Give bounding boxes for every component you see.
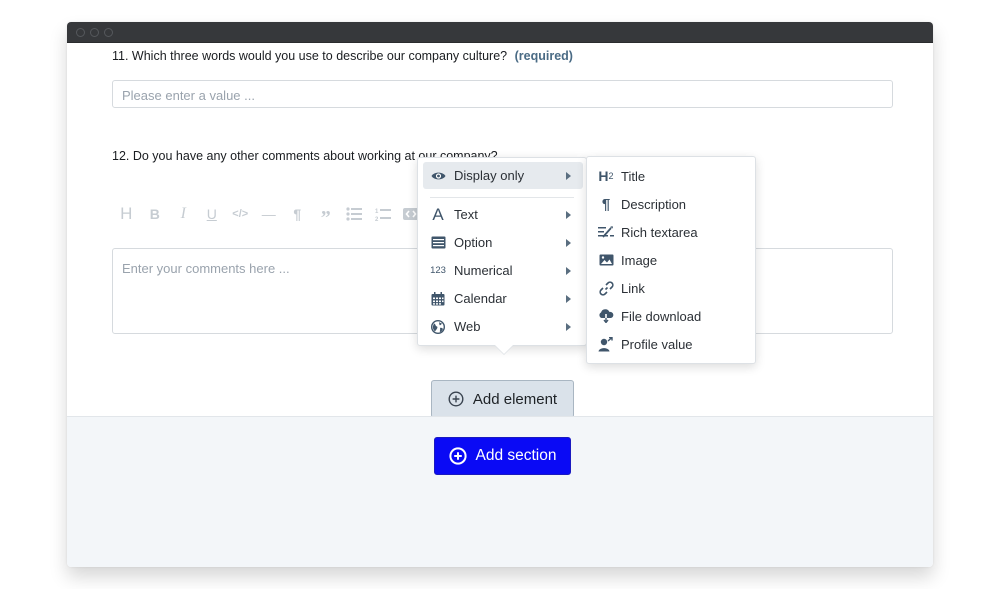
bold-icon[interactable]: B	[141, 202, 170, 226]
underline-icon[interactable]: U	[198, 202, 227, 226]
menu-item-display-only[interactable]: Display only	[423, 162, 583, 189]
code-icon[interactable]: </>	[226, 202, 255, 226]
menu-divider	[430, 197, 574, 198]
menu-item-label: Web	[454, 319, 481, 334]
display-only-submenu: H2 Title ¶ Description Rich textarea Ima…	[586, 156, 756, 364]
submenu-caret-icon	[566, 211, 571, 219]
window-close-dot[interactable]	[76, 28, 85, 37]
123-icon: 123	[430, 265, 446, 276]
globe-icon	[430, 319, 446, 335]
submenu-caret-icon	[566, 295, 571, 303]
submenu-item-label: Rich textarea	[621, 224, 698, 240]
submenu-item-label: Description	[621, 196, 687, 212]
quote-icon[interactable]: ”	[312, 202, 341, 229]
submenu-caret-icon	[566, 323, 571, 331]
question-11-text: 11. Which three words would you use to d…	[112, 49, 508, 63]
menu-item-label: Text	[454, 207, 478, 222]
calendar-icon	[430, 291, 446, 307]
bullet-list-icon[interactable]	[340, 202, 369, 226]
link-icon	[597, 279, 615, 297]
menu-item-calendar[interactable]: Calendar	[423, 285, 583, 312]
horizontal-rule-icon[interactable]: —	[255, 202, 284, 226]
eye-icon	[430, 168, 446, 184]
menu-item-option[interactable]: Option	[423, 229, 583, 256]
add-section-button[interactable]: Add section	[434, 437, 571, 475]
submenu-item-rich-textarea[interactable]: Rich textarea	[595, 220, 750, 244]
plus-circle-icon	[448, 447, 467, 465]
window-titlebar	[67, 22, 933, 43]
menu-item-label: Display only	[454, 168, 525, 183]
paragraph-icon: ¶	[601, 195, 611, 213]
heading-icon[interactable]: H	[112, 202, 141, 226]
paragraph-icon[interactable]: ¶	[283, 202, 312, 226]
section-footer: Add section	[67, 416, 933, 567]
required-badge: (required)	[514, 49, 573, 63]
italic-icon[interactable]: I	[169, 202, 198, 226]
submenu-item-label: Title	[621, 168, 646, 184]
list-box-icon	[430, 235, 446, 251]
text-a-icon: A	[432, 204, 444, 224]
add-element-label: Add element	[472, 390, 558, 408]
question-11-label: 11. Which three words would you use to d…	[112, 49, 573, 63]
profile-icon	[597, 335, 615, 353]
submenu-item-label: File download	[621, 308, 702, 324]
cloud-download-icon	[597, 307, 615, 325]
window-minimize-dot[interactable]	[90, 28, 99, 37]
submenu-caret-icon	[566, 239, 571, 247]
menu-item-web[interactable]: Web	[423, 313, 583, 340]
menu-item-text[interactable]: A Text	[423, 201, 583, 228]
rich-text-icon	[597, 223, 615, 241]
plus-circle-icon	[448, 391, 464, 407]
element-type-menu: Display only A Text Option 123 Numerical…	[417, 157, 587, 354]
add-section-label: Add section	[475, 447, 557, 464]
window-maximize-dot[interactable]	[104, 28, 113, 37]
menu-item-label: Calendar	[454, 291, 507, 306]
menu-item-numerical[interactable]: 123 Numerical	[423, 257, 583, 284]
menu-item-label: Option	[454, 235, 493, 250]
ordered-list-icon[interactable]: 12	[369, 202, 398, 226]
add-element-button[interactable]: Add element	[431, 380, 574, 418]
question-11-input[interactable]: Please enter a value ...	[112, 80, 893, 108]
submenu-item-file-download[interactable]: File download	[595, 304, 750, 328]
submenu-item-profile-value[interactable]: Profile value	[595, 332, 750, 356]
menu-pointer-arrow	[495, 345, 513, 354]
submenu-caret-icon	[566, 267, 571, 275]
submenu-caret-icon	[566, 172, 571, 180]
svg-text:2: 2	[375, 217, 379, 222]
submenu-item-image[interactable]: Image	[595, 248, 750, 272]
submenu-item-label: Link	[621, 280, 645, 296]
submenu-item-label: Profile value	[621, 336, 693, 352]
rich-text-toolbar: H B I U </> — ¶ ” 12	[112, 202, 426, 229]
menu-item-label: Numerical	[454, 263, 513, 278]
heading-h2-icon: H2	[598, 168, 614, 184]
image-icon	[597, 251, 615, 269]
submenu-item-title[interactable]: H2 Title	[595, 164, 750, 188]
submenu-item-label: Image	[621, 252, 658, 268]
submenu-item-description[interactable]: ¶ Description	[595, 192, 750, 216]
svg-text:1: 1	[375, 209, 379, 215]
submenu-item-link[interactable]: Link	[595, 276, 750, 300]
